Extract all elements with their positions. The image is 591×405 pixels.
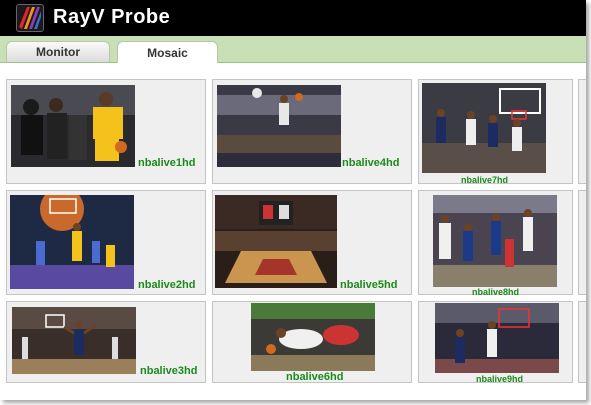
video-thumbnail (215, 195, 337, 288)
mosaic-cell-nbalive8hd[interactable]: nbalive8hd (418, 190, 573, 297)
tab-mosaic[interactable]: Mosaic (117, 41, 218, 63)
video-thumbnail (10, 195, 134, 289)
channel-label: nbalive5hd (340, 279, 398, 291)
mosaic-grid: nbalive1hd nbalive4hd nbalive7hd nbalive… (0, 63, 586, 400)
channel-label: nbalive1hd (138, 157, 196, 169)
video-thumbnail (217, 85, 341, 167)
video-thumbnail (422, 83, 546, 173)
title-bar: RayV Probe (0, 0, 586, 36)
channel-label: nbalive7hd (461, 175, 509, 185)
channel-label: nbalive9hd (476, 374, 524, 384)
mosaic-cell-partial (578, 79, 586, 184)
channel-label: nbalive3hd (140, 365, 198, 377)
tab-monitor[interactable]: Monitor (6, 41, 110, 62)
mosaic-cell-nbalive2hd[interactable]: nbalive2hd (6, 190, 206, 295)
mosaic-cell-nbalive6hd[interactable]: nbalive6hd (212, 301, 412, 383)
video-thumbnail (12, 307, 136, 374)
app-title: RayV Probe (53, 6, 171, 28)
mosaic-cell-partial (578, 190, 586, 295)
video-thumbnail (11, 85, 135, 167)
channel-label: nbalive4hd (342, 157, 400, 169)
app-window: RayV Probe Monitor Mosaic nbalive1hd nba… (0, 0, 586, 400)
mosaic-cell-nbalive9hd[interactable]: nbalive9hd (418, 301, 573, 384)
channel-label: nbalive6hd (286, 371, 344, 383)
video-thumbnail (433, 195, 557, 287)
mosaic-cell-partial (578, 301, 586, 383)
mosaic-cell-nbalive4hd[interactable]: nbalive4hd (212, 79, 412, 184)
tab-bar: Monitor Mosaic (0, 36, 586, 63)
mosaic-cell-nbalive1hd[interactable]: nbalive1hd (6, 79, 206, 184)
channel-label: nbalive2hd (138, 279, 196, 291)
mosaic-cell-nbalive7hd[interactable]: nbalive7hd (418, 79, 573, 185)
mosaic-cell-nbalive5hd[interactable]: nbalive5hd (212, 190, 412, 295)
video-thumbnail (435, 303, 559, 373)
channel-label: nbalive8hd (472, 287, 520, 297)
video-thumbnail (251, 303, 375, 371)
mosaic-cell-nbalive3hd[interactable]: nbalive3hd (6, 301, 206, 383)
rayv-logo-icon (16, 4, 44, 32)
